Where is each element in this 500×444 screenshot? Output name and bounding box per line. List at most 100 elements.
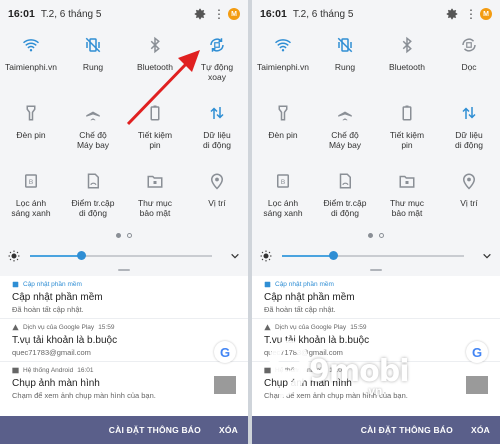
quick-tile-wifi[interactable]: Taimienphi.vn (252, 28, 314, 96)
quick-tile-label: Tự động xoay (200, 62, 234, 82)
mobile-data-icon (206, 102, 228, 124)
chevron-down-icon[interactable] (482, 251, 492, 261)
page-dot (127, 233, 132, 238)
quick-tile-secure-folder[interactable]: Thư mục bảo mật (376, 164, 438, 232)
quick-tile-label: Rung (82, 62, 104, 72)
notification-screenshot[interactable]: Hệ thống Android 16:01 Chụp ảnh màn hình … (252, 362, 500, 404)
notification-google-play[interactable]: Dịch vụ của Google Play 15:59 T.vụ tải kh… (252, 319, 500, 363)
brightness-thumb[interactable] (328, 251, 338, 260)
bluetooth-icon (144, 34, 166, 56)
notification-settings-button[interactable]: CÀI ĐẶT THÔNG BÁO (109, 425, 201, 435)
quick-tile-label: Điểm tr.cập di động (71, 198, 115, 218)
quick-tile-auto-rotate[interactable]: Tự động xoay (186, 28, 248, 96)
quick-tile-mobile-data[interactable]: Dữ liệu di động (186, 96, 248, 164)
gear-icon[interactable] (193, 7, 207, 21)
page-dot (368, 233, 373, 238)
brightness-control (260, 248, 492, 264)
airplane-icon (334, 102, 356, 124)
clear-button[interactable]: XÓA (219, 425, 238, 435)
quick-tile-label: Taimienphi.vn (257, 62, 309, 72)
brightness-thumb[interactable] (76, 251, 86, 260)
quick-tile-mobile-data[interactable]: Dữ liệu di động (438, 96, 500, 164)
notification-settings-button[interactable]: CÀI ĐẶT THÔNG BÁO (361, 425, 453, 435)
quick-tile-label: Chế độ Máy bay (328, 130, 362, 150)
clear-button[interactable]: XÓA (471, 425, 490, 435)
notification-text: Chạm để xem ảnh chụp màn hình của bạn. (264, 391, 408, 400)
page-indicator (0, 233, 248, 238)
more-options-icon[interactable]: ⋮ (465, 8, 477, 20)
quick-tile-airplane[interactable]: Chế độ Máy bay (314, 96, 376, 164)
brightness-fill (282, 255, 333, 257)
clock: 16:01 (8, 8, 35, 20)
panel-handle[interactable] (118, 269, 130, 271)
notification-screenshot[interactable]: Hệ thống Android 16:01 Chụp ảnh màn hình … (0, 362, 248, 404)
quick-tile-battery-saver[interactable]: Tiết kiệm pin (124, 96, 186, 164)
more-options-icon[interactable]: ⋮ (213, 8, 225, 20)
notification-software-update[interactable]: Cập nhật phần mềm Cập nhật phần mềm Đã h… (252, 276, 500, 319)
quick-tile-battery-saver[interactable]: Tiết kiệm pin (376, 96, 438, 164)
quick-tile-vibrate[interactable]: Rung (62, 28, 124, 96)
quick-tile-flashlight[interactable]: Đèn pin (252, 96, 314, 164)
notification-app-name: Hệ thống Android (23, 366, 74, 374)
location-icon (458, 170, 480, 192)
notification-text: Đã hoàn tất cập nhật. (12, 305, 84, 314)
quick-tile-portrait-lock[interactable]: Dọc (438, 28, 500, 96)
notification-google-play[interactable]: Dịch vụ của Google Play 15:59 T.vụ tải kh… (0, 319, 248, 363)
quick-tile-location[interactable]: Vị trí (186, 164, 248, 232)
quick-tile-label: Vị trí (460, 198, 478, 208)
brightness-slider[interactable] (30, 251, 212, 260)
svg-text:B: B (29, 179, 34, 186)
auto-rotate-icon (206, 34, 228, 56)
brightness-slider[interactable] (282, 251, 464, 260)
secure-folder-icon (396, 170, 418, 192)
notification-text: quec71783@gmail.com (264, 348, 343, 357)
quick-tile-blue-light-filter[interactable]: B Lọc ánh sáng xanh (0, 164, 62, 232)
warning-icon (12, 323, 19, 330)
notification-time: 15:59 (98, 323, 115, 331)
quick-tile-hotspot[interactable]: Điểm tr.cập di động (62, 164, 124, 232)
status-bar: 16:01 T.2, 6 tháng 5 ⋮ M (0, 0, 248, 28)
mobile-data-icon (458, 102, 480, 124)
notification-app-name: Dịch vụ của Google Play (23, 323, 95, 331)
brightness-icon (8, 250, 20, 262)
quick-tile-hotspot[interactable]: Điểm tr.cập di động (314, 164, 376, 232)
blue-light-filter-icon: B (272, 170, 294, 192)
avatar[interactable]: M (480, 8, 492, 20)
quick-tile-label: Đèn pin (16, 130, 46, 140)
quick-settings-grid: Taimienphi.vn Rung Bluetooth Tự động xoay Đè… (0, 28, 248, 232)
quick-tile-label: Dữ liệu di động (203, 130, 231, 150)
quick-settings-grid: Taimienphi.vn Rung Bluetooth Dọc Đèn pin Chế … (252, 28, 500, 232)
notification-software-update[interactable]: Cập nhật phần mềm Cập nhật phần mềm Đã h… (0, 276, 248, 319)
wifi-icon (272, 34, 294, 56)
quick-tile-label: Lọc ánh sáng xanh (11, 198, 51, 218)
brightness-control (8, 248, 240, 264)
bluetooth-icon (396, 34, 418, 56)
quick-tile-secure-folder[interactable]: Thư mục bảo mật (124, 164, 186, 232)
screenshot-thumbnail (466, 376, 488, 394)
quick-tile-wifi[interactable]: Taimienphi.vn (0, 28, 62, 96)
quick-tile-bluetooth[interactable]: Bluetooth (124, 28, 186, 96)
notification-text: Đã hoàn tất cập nhật. (264, 305, 336, 314)
update-icon (12, 281, 19, 287)
quick-tile-label: Tiết kiệm pin (137, 130, 173, 150)
date: T.2, 6 tháng 5 (292, 8, 354, 20)
avatar[interactable]: M (228, 8, 240, 20)
notification-title: T.vụ tải khoản là b.buộc (12, 335, 118, 346)
quick-tile-label: Taimienphi.vn (5, 62, 57, 72)
quick-tile-vibrate[interactable]: Rung (314, 28, 376, 96)
notification-app-name: Hệ thống Android (275, 366, 326, 374)
quick-tile-label: Thư mục bảo mật (137, 198, 173, 218)
gear-icon[interactable] (445, 7, 459, 21)
quick-tile-label: Vị trí (208, 198, 226, 208)
image-icon (12, 367, 19, 373)
panel-handle[interactable] (370, 269, 382, 271)
quick-tile-location[interactable]: Vị trí (438, 164, 500, 232)
quick-tile-flashlight[interactable]: Đèn pin (0, 96, 62, 164)
battery-saver-icon (396, 102, 418, 124)
google-logo-icon: G (466, 341, 488, 363)
quick-tile-blue-light-filter[interactable]: B Lọc ánh sáng xanh (252, 164, 314, 232)
quick-tile-bluetooth[interactable]: Bluetooth (376, 28, 438, 96)
chevron-down-icon[interactable] (230, 251, 240, 261)
quick-tile-airplane[interactable]: Chế độ Máy bay (62, 96, 124, 164)
quick-tile-label: Điểm tr.cập di động (323, 198, 367, 218)
